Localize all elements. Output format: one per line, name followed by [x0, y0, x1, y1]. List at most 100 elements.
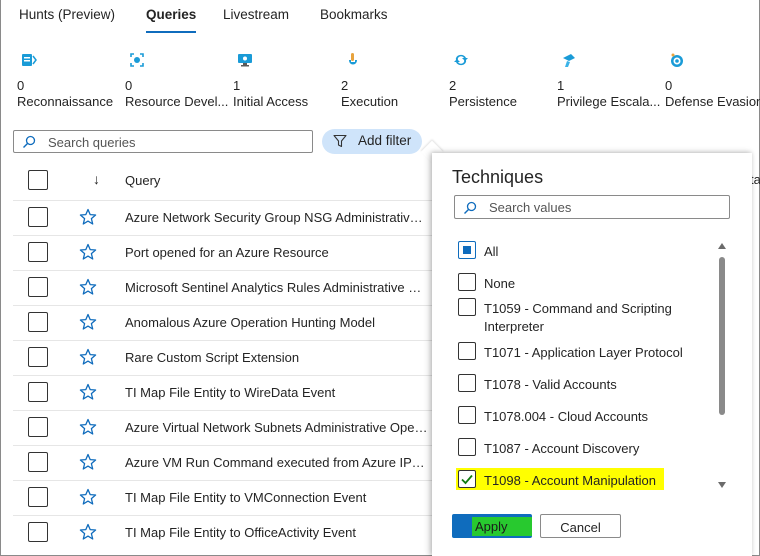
query-name: Azure VM Run Command executed from Azure… — [125, 455, 428, 470]
option-label: T1059 - Command and Scripting Interprete… — [484, 301, 672, 334]
option-checkbox[interactable] — [458, 406, 476, 424]
star-icon[interactable] — [79, 488, 97, 506]
tab-livestream[interactable]: Livestream — [223, 7, 289, 33]
scrollbar-thumb[interactable] — [719, 257, 725, 415]
row-checkbox[interactable] — [28, 487, 48, 507]
search-queries-box — [13, 130, 313, 153]
table-row[interactable]: Azure Network Security Group NSG Adminis… — [13, 200, 433, 235]
tactic-resource-development[interactable]: 0 Resource Devel... — [125, 50, 233, 112]
star-icon[interactable] — [79, 383, 97, 401]
column-header-query[interactable]: Query — [125, 173, 160, 188]
option-checkbox[interactable] — [458, 298, 476, 316]
table-row[interactable]: Azure VM Run Command executed from Azure… — [13, 445, 433, 480]
panel-title: Techniques — [452, 167, 544, 187]
table-row[interactable]: Azure Virtual Network Subnets Administra… — [13, 410, 433, 445]
row-checkbox[interactable] — [28, 242, 48, 262]
option-label: T1078 - Valid Accounts — [484, 377, 617, 392]
option-checkbox[interactable] — [458, 438, 476, 456]
option-label: T1098 - Account Manipulation — [484, 473, 656, 488]
apply-button[interactable]: Apply — [452, 514, 532, 538]
techniques-filter-panel: Techniques All None T1059 - Command and … — [432, 153, 752, 556]
row-checkbox[interactable] — [28, 382, 48, 402]
star-icon[interactable] — [79, 278, 97, 296]
checkmark-icon — [461, 474, 473, 485]
tactic-reconnaissance[interactable]: 0 Reconnaissance — [17, 50, 125, 112]
funnel-icon — [333, 134, 347, 148]
query-name: TI Map File Entity to OfficeActivity Eve… — [125, 525, 356, 540]
table-row[interactable]: Port opened for an Azure Resource — [13, 235, 433, 270]
table-row[interactable]: TI Map File Entity to OfficeActivity Eve… — [13, 515, 433, 550]
star-icon[interactable] — [79, 523, 97, 541]
option-checkbox[interactable] — [458, 470, 476, 488]
table-header: ↓ Query — [13, 164, 433, 198]
sort-down-icon[interactable]: ↓ — [93, 171, 100, 187]
row-checkbox[interactable] — [28, 312, 48, 332]
privilege-escalation-icon — [563, 54, 575, 67]
tactic-count: 0 — [17, 78, 25, 93]
scroll-up-icon[interactable] — [718, 243, 726, 249]
tab-bookmarks[interactable]: Bookmarks — [320, 7, 388, 33]
tactic-defense-evasion[interactable]: 0 Defense Evasion — [665, 50, 760, 112]
option-checkbox[interactable] — [458, 241, 476, 259]
tactic-label: Defense Evasion — [665, 94, 760, 109]
resource-development-icon — [130, 53, 144, 67]
star-icon[interactable] — [79, 348, 97, 366]
query-name: Azure Network Security Group NSG Adminis… — [125, 210, 428, 225]
tactic-label: Initial Access — [233, 94, 309, 109]
tab-queries[interactable]: Queries — [146, 7, 197, 33]
option-label: T1087 - Account Discovery — [484, 441, 640, 456]
table-row[interactable]: Microsoft Sentinel Analytics Rules Admin… — [13, 270, 433, 305]
option-label: T1078.004 - Cloud Accounts — [484, 409, 649, 424]
option-checkbox[interactable] — [458, 342, 476, 360]
persistence-icon — [454, 54, 468, 66]
tab-hunts-preview[interactable]: Hunts (Preview) — [19, 7, 115, 33]
initial-access-icon — [238, 54, 252, 67]
star-icon[interactable] — [79, 313, 97, 331]
tactic-initial-access[interactable]: 1 Initial Access — [233, 50, 341, 112]
query-name: Microsoft Sentinel Analytics Rules Admin… — [125, 280, 428, 295]
option-checkbox[interactable] — [458, 273, 476, 291]
table-row[interactable]: TI Map File Entity to VMConnection Event — [13, 480, 433, 515]
tactic-label: Reconnaissance — [17, 94, 114, 109]
table-row[interactable]: Anomalous Azure Operation Hunting Model — [13, 305, 433, 340]
tactic-count: 1 — [233, 78, 241, 93]
star-icon[interactable] — [79, 453, 97, 471]
tactic-label: Execution — [341, 94, 399, 109]
query-name: Anomalous Azure Operation Hunting Model — [125, 315, 376, 330]
search-values-input[interactable] — [489, 199, 719, 216]
row-checkbox[interactable] — [28, 452, 48, 472]
row-checkbox[interactable] — [28, 277, 48, 297]
query-name: TI Map File Entity to VMConnection Event — [125, 490, 367, 505]
search-queries-input[interactable] — [48, 133, 304, 151]
option-checkbox[interactable] — [458, 374, 476, 392]
cancel-button[interactable]: Cancel — [540, 514, 621, 538]
tactic-count: 2 — [449, 78, 457, 93]
row-checkbox[interactable] — [28, 417, 48, 437]
search-icon — [464, 201, 477, 214]
tactic-label: Resource Devel... — [125, 94, 229, 109]
cancel-label: Cancel — [560, 520, 601, 535]
tactic-persistence[interactable]: 2 Persistence — [449, 50, 557, 112]
option-label: All — [484, 244, 499, 259]
row-checkbox[interactable] — [28, 347, 48, 367]
tactic-count: 0 — [125, 78, 133, 93]
defense-evasion-icon — [671, 53, 683, 67]
table-row[interactable]: TI Map File Entity to WireData Event — [13, 375, 433, 410]
row-checkbox[interactable] — [28, 522, 48, 542]
row-checkbox[interactable] — [28, 207, 48, 227]
option-label: None — [484, 276, 516, 291]
tab-bar: Hunts (Preview) Queries Livestream Bookm… — [0, 0, 760, 34]
query-name: Azure Virtual Network Subnets Administra… — [125, 420, 428, 435]
tactic-label: Persistence — [449, 94, 517, 109]
star-icon[interactable] — [79, 208, 97, 226]
star-icon[interactable] — [79, 418, 97, 436]
select-all-checkbox[interactable] — [28, 170, 48, 190]
table-row[interactable]: Rare Custom Script Extension — [13, 340, 433, 375]
star-icon[interactable] — [79, 243, 97, 261]
add-filter-button[interactable]: Add filter — [322, 129, 422, 154]
scroll-down-icon[interactable] — [718, 482, 726, 488]
tactic-privilege-escalation[interactable]: 1 Privilege Escala... — [557, 50, 665, 112]
option-label: T1071 - Application Layer Protocol — [484, 345, 683, 360]
tactic-count: 0 — [665, 78, 673, 93]
tactic-execution[interactable]: 2 Execution — [341, 50, 449, 112]
